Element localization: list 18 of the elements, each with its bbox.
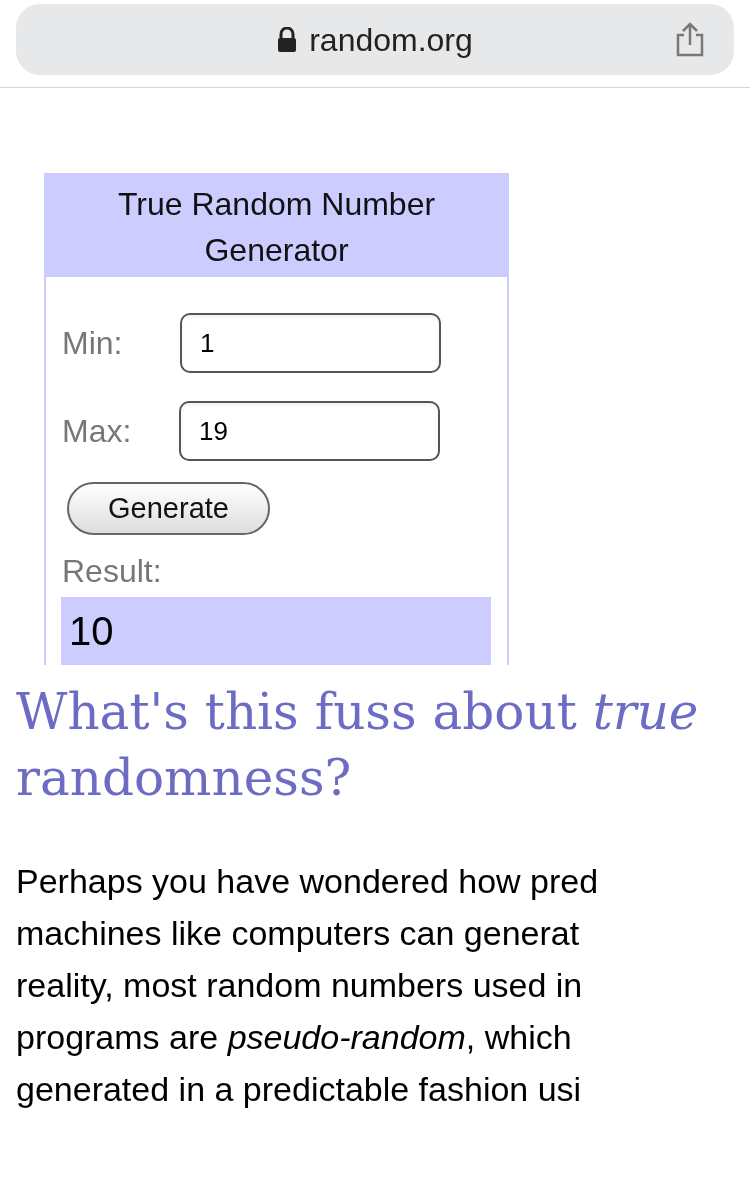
generate-button[interactable]: Generate xyxy=(67,482,270,535)
max-label: Max: xyxy=(62,412,133,451)
result-value: 10 xyxy=(61,597,491,665)
paragraph-line: Perhaps you have wondered how pred xyxy=(16,861,599,902)
heading: What's this fuss about true xyxy=(16,682,700,743)
paragraph-line: reality, most random numbers used in xyxy=(16,965,583,1006)
heading: randomness? xyxy=(16,748,353,809)
min-input[interactable]: 1 xyxy=(180,313,441,373)
share-icon[interactable] xyxy=(674,22,706,58)
max-input[interactable]: 19 xyxy=(179,401,440,461)
result-label: Result: xyxy=(62,552,163,591)
paragraph-line: generated in a predictable fashion usi xyxy=(16,1069,582,1110)
min-label: Min: xyxy=(62,324,124,363)
address-bar[interactable]: random.org xyxy=(16,4,734,75)
url-text: random.org xyxy=(309,20,473,60)
paragraph-line: machines like computers can generat xyxy=(16,913,580,954)
panel-title: True Random Number Generator xyxy=(46,175,507,277)
paragraph-line: programs are pseudo-random, which xyxy=(16,1017,572,1058)
